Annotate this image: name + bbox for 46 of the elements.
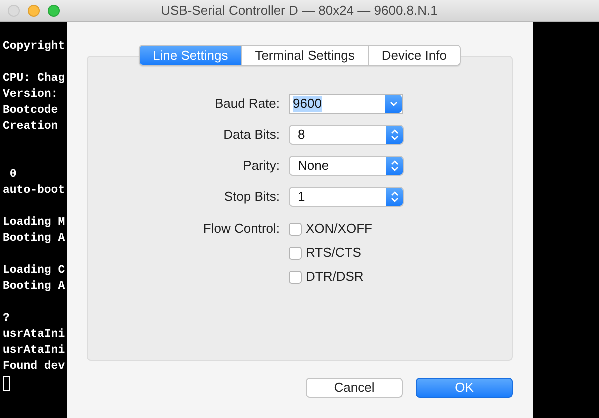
close-button[interactable] [8,4,20,16]
terminal-line: CPU: Chag [3,71,66,87]
field-label: Parity: [242,157,280,176]
popup-button[interactable]: None [289,156,404,176]
popup-button[interactable]: 8 [289,125,404,145]
combo-box[interactable]: 9600 [289,94,403,114]
text-cursor [3,376,10,391]
checkbox-label: XON/XOFF [306,220,372,238]
up-down-chevron-icon [390,160,398,172]
terminal-line: Loading C [3,263,66,279]
terminal-line: Bootcode [3,103,60,119]
checkbox[interactable] [289,270,302,284]
tab[interactable]: Device Info [368,46,460,65]
checkbox[interactable] [289,246,302,260]
field-label: Flow Control: [202,220,280,238]
terminal-line: ? [3,311,11,327]
terminal-line: usrAtaIni [3,327,66,343]
minimize-button[interactable] [28,4,40,16]
terminal-line: 0 [8,167,18,183]
field-label: Stop Bits: [223,188,280,206]
zoom-button[interactable] [48,4,60,16]
terminal-line: usrAtaIni [3,343,66,359]
combo-value: 9600 [293,96,322,112]
checkbox-label: RTS/CTS [306,244,362,262]
popup-value: None [297,157,330,175]
terminal-line: Copyright [3,39,66,55]
terminal-line: Loading M [3,215,66,231]
chevron-down-icon [390,101,398,107]
popup-button[interactable]: 1 [289,187,404,207]
terminal-line: Creation [3,119,60,135]
terminal-line: Booting A [3,231,66,247]
popup-value: 1 [297,188,306,206]
tab[interactable]: Terminal Settings [241,46,368,65]
terminal-line: Booting A [3,279,66,295]
terminal-line: auto-boot [3,183,66,199]
up-down-chevron-icon [390,191,398,203]
checkbox-label: DTR/DSR [306,268,364,286]
window-title: USB-Serial Controller D — 80x24 — 9600.8.N.1 [161,2,438,20]
terminal-line: Version: [3,87,60,103]
cancel-button[interactable]: Cancel [306,378,403,398]
checkbox[interactable] [289,222,302,236]
field-label: Baud Rate: [214,95,280,114]
terminal-line: Found dev [3,359,66,375]
popup-value: 8 [297,126,306,144]
up-down-chevron-icon [390,129,398,141]
field-label: Data Bits: [222,126,280,144]
